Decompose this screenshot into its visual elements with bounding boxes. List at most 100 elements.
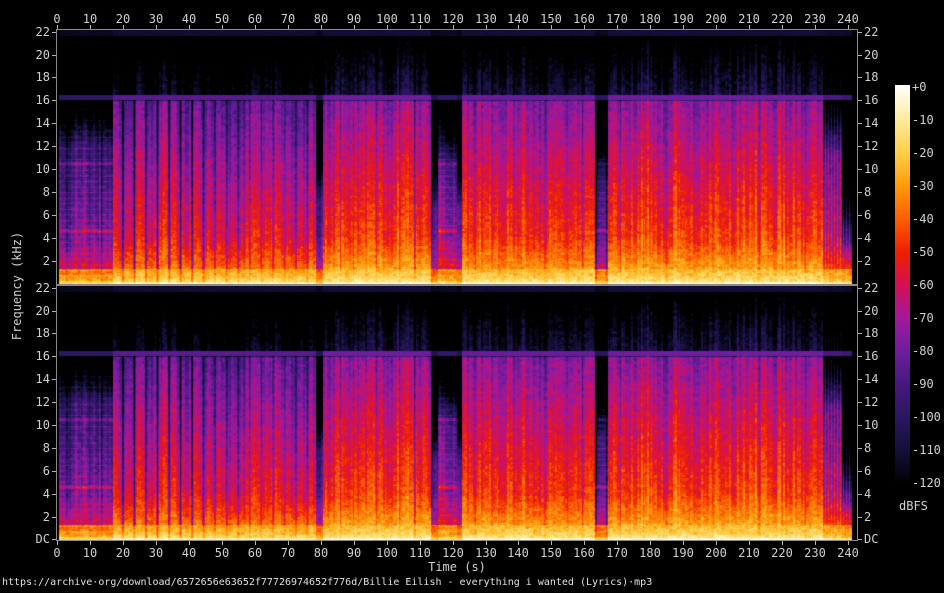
freq-tick-mark — [858, 100, 862, 101]
freq-tick-label: 18 — [14, 71, 50, 83]
time-tick-label: 10 — [83, 547, 97, 559]
time-tick-mark — [90, 541, 91, 545]
freq-tick-mark — [858, 471, 862, 472]
colorbar-tick-label: -120 — [912, 477, 941, 489]
freq-tick-mark — [858, 494, 862, 495]
freq-tick-label: 18 — [14, 327, 50, 339]
colorbar-tick-label: -80 — [912, 345, 934, 357]
freq-tick-label: 6 — [14, 209, 50, 221]
freq-tick-mark — [52, 356, 56, 357]
freq-tick-label: 4 — [864, 232, 871, 244]
freq-tick-mark — [52, 146, 56, 147]
time-tick-label: 70 — [281, 13, 295, 25]
colorbar-tick-label: -30 — [912, 180, 934, 192]
freq-tick-label: 8 — [864, 186, 871, 198]
freq-tick-mark — [858, 238, 862, 239]
colorbar-tick-label: -20 — [912, 147, 934, 159]
time-tick-label: 150 — [540, 547, 562, 559]
freq-tick-label: 20 — [14, 305, 50, 317]
freq-tick-mark — [858, 169, 862, 170]
time-tick-mark — [387, 541, 388, 545]
time-tick-label: 40 — [182, 547, 196, 559]
freq-tick-mark — [52, 471, 56, 472]
freq-tick-mark — [52, 55, 56, 56]
time-tick-label: 170 — [606, 547, 628, 559]
time-tick-mark — [782, 541, 783, 545]
freq-tick-label: 16 — [864, 350, 878, 362]
freq-tick-mark — [52, 123, 56, 124]
time-tick-mark — [551, 541, 552, 545]
time-tick-label: 220 — [771, 547, 793, 559]
time-tick-label: 80 — [314, 547, 328, 559]
time-tick-label: 120 — [442, 13, 464, 25]
freq-tick-label: 16 — [14, 94, 50, 106]
time-tick-mark — [650, 541, 651, 545]
time-tick-label: 50 — [215, 13, 229, 25]
time-tick-label: 230 — [804, 13, 826, 25]
time-tick-mark — [222, 541, 223, 545]
freq-tick-label: 22 — [14, 26, 50, 38]
time-tick-label: 130 — [475, 13, 497, 25]
time-tick-label: 230 — [804, 547, 826, 559]
freq-tick-mark — [52, 402, 56, 403]
freq-tick-label: 8 — [14, 442, 50, 454]
time-tick-mark — [156, 541, 157, 545]
freq-tick-mark — [52, 311, 56, 312]
time-tick-label: 70 — [281, 547, 295, 559]
plot-border-right — [857, 29, 858, 541]
freq-tick-mark — [858, 123, 862, 124]
freq-tick-mark — [52, 539, 56, 540]
freq-tick-label: 8 — [864, 442, 871, 454]
time-tick-mark — [518, 541, 519, 545]
time-tick-label: 200 — [705, 547, 727, 559]
time-tick-label: 110 — [409, 547, 431, 559]
freq-tick-mark — [52, 77, 56, 78]
freq-tick-mark — [52, 238, 56, 239]
colorbar-tick-label: -40 — [912, 213, 934, 225]
time-tick-label: 210 — [738, 547, 760, 559]
time-tick-label: 90 — [347, 547, 361, 559]
time-tick-mark — [453, 541, 454, 545]
freq-tick-label: 10 — [14, 163, 50, 175]
time-tick-mark — [815, 541, 816, 545]
freq-tick-mark — [52, 494, 56, 495]
freq-tick-label: 14 — [864, 373, 878, 385]
freq-tick-mark — [858, 32, 862, 33]
time-tick-label: 20 — [116, 547, 130, 559]
time-tick-mark — [617, 541, 618, 545]
time-tick-label: 30 — [149, 13, 163, 25]
freq-tick-mark — [858, 311, 862, 312]
time-tick-mark — [123, 541, 124, 545]
freq-tick-label: 22 — [864, 26, 878, 38]
time-tick-label: 200 — [705, 13, 727, 25]
colorbar-tick-label: +0 — [912, 81, 926, 93]
colorbar-tick-label: -110 — [912, 444, 941, 456]
freq-tick-mark — [52, 261, 56, 262]
time-tick-label: 80 — [314, 13, 328, 25]
freq-tick-label: 20 — [864, 49, 878, 61]
freq-tick-label: 22 — [864, 282, 878, 294]
freq-tick-label: 14 — [14, 373, 50, 385]
dbfs-unit-label: dBFS — [899, 500, 928, 512]
time-tick-label: 40 — [182, 13, 196, 25]
colorbar-tick-label: -90 — [912, 378, 934, 390]
time-tick-label: 20 — [116, 13, 130, 25]
time-tick-label: 130 — [475, 547, 497, 559]
time-tick-mark — [321, 541, 322, 545]
freq-tick-mark — [52, 425, 56, 426]
time-tick-label: 30 — [149, 547, 163, 559]
time-tick-label: 140 — [507, 547, 529, 559]
freq-tick-label: 12 — [14, 140, 50, 152]
freq-tick-label: 10 — [864, 163, 878, 175]
freq-tick-mark — [858, 261, 862, 262]
freq-tick-label: 4 — [14, 232, 50, 244]
freq-tick-label: 18 — [864, 71, 878, 83]
colorbar-tick-label: -100 — [912, 411, 941, 423]
colorbar-tick-label: -70 — [912, 312, 934, 324]
freq-tick-mark — [52, 448, 56, 449]
dc-tick-label: DC — [864, 533, 878, 545]
time-tick-label: 60 — [248, 13, 262, 25]
time-tick-label: 240 — [837, 13, 859, 25]
freq-tick-mark — [52, 333, 56, 334]
time-tick-mark — [255, 541, 256, 545]
